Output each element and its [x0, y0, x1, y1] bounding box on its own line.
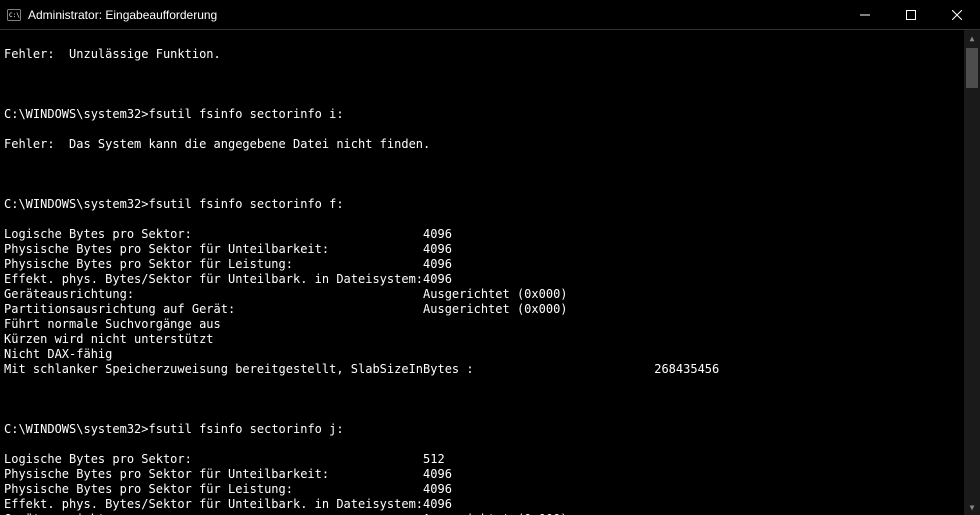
- svg-text:C:\: C:\: [9, 12, 20, 19]
- prompt-line: C:\WINDOWS\system32>fsutil fsinfo sector…: [4, 197, 976, 212]
- cmd-icon: C:\: [6, 7, 22, 23]
- info-row: Geräteausrichtung: Ausgerichtet (0x000): [4, 287, 976, 302]
- terminal-output[interactable]: Fehler: Unzulässige Funktion. C:\WINDOWS…: [0, 30, 980, 515]
- prompt-line: C:\WINDOWS\system32>fsutil fsinfo sector…: [4, 107, 976, 122]
- info-row: Physische Bytes pro Sektor für Leistung:…: [4, 482, 976, 497]
- scrollbar[interactable]: ▲ ▼: [964, 30, 980, 515]
- maximize-button[interactable]: [888, 0, 934, 30]
- info-row: Effekt. phys. Bytes/Sektor für Unteilbar…: [4, 272, 976, 287]
- drive-j-info: Logische Bytes pro Sektor: 512Physische …: [4, 452, 976, 515]
- slab-line: Mit schlanker Speicherzuweisung bereitge…: [4, 362, 976, 377]
- info-line: Nicht DAX-fähig: [4, 347, 976, 362]
- info-row: Partitionsausrichtung auf Gerät: Ausgeri…: [4, 302, 976, 317]
- blank-line: [4, 167, 976, 182]
- blank-line: [4, 77, 976, 92]
- close-button[interactable]: [934, 0, 980, 30]
- scroll-up-arrow[interactable]: ▲: [964, 30, 980, 46]
- error-line: Fehler: Unzulässige Funktion.: [4, 47, 976, 62]
- info-row: Logische Bytes pro Sektor: 4096: [4, 227, 976, 242]
- scroll-down-arrow[interactable]: ▼: [964, 499, 980, 515]
- blank-line: [4, 392, 976, 407]
- minimize-button[interactable]: [842, 0, 888, 30]
- prompt-line: C:\WINDOWS\system32>fsutil fsinfo sector…: [4, 422, 976, 437]
- info-row: Physische Bytes pro Sektor für Unteilbar…: [4, 467, 976, 482]
- window-controls: [842, 0, 980, 30]
- info-row: Physische Bytes pro Sektor für Unteilbar…: [4, 242, 976, 257]
- window-title: Administrator: Eingabeaufforderung: [28, 8, 842, 22]
- info-row: Effekt. phys. Bytes/Sektor für Unteilbar…: [4, 497, 976, 512]
- info-row: Logische Bytes pro Sektor: 512: [4, 452, 976, 467]
- scrollbar-thumb[interactable]: [966, 48, 978, 88]
- info-row: Physische Bytes pro Sektor für Leistung:…: [4, 257, 976, 272]
- drive-f-info: Logische Bytes pro Sektor: 4096Physische…: [4, 227, 976, 377]
- info-line: Kürzen wird nicht unterstützt: [4, 332, 976, 347]
- window-titlebar: C:\ Administrator: Eingabeaufforderung: [0, 0, 980, 30]
- error-line: Fehler: Das System kann die angegebene D…: [4, 137, 976, 152]
- info-line: Führt normale Suchvorgänge aus: [4, 317, 976, 332]
